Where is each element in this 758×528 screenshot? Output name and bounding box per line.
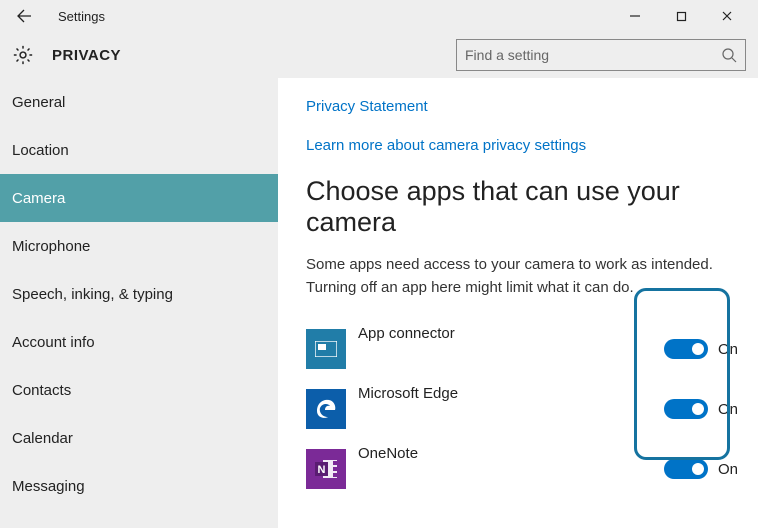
sidebar: General Location Camera Microphone Speec… xyxy=(0,78,278,528)
window-title: Settings xyxy=(58,9,105,24)
section-description: Some apps need access to your camera to … xyxy=(306,254,758,299)
section-heading: Choose apps that can use your camera xyxy=(306,176,758,238)
minimize-icon xyxy=(629,10,641,22)
privacy-statement-link[interactable]: Privacy Statement xyxy=(306,98,758,115)
sidebar-item-contacts[interactable]: Contacts xyxy=(0,366,278,414)
sidebar-item-location[interactable]: Location xyxy=(0,126,278,174)
sidebar-item-label: Microphone xyxy=(12,238,90,255)
title-bar: Settings xyxy=(0,0,758,32)
header-row: PRIVACY xyxy=(0,32,758,78)
toggle-microsoft-edge[interactable] xyxy=(664,399,708,419)
onenote-icon: N xyxy=(306,449,346,489)
edge-icon xyxy=(306,389,346,429)
learn-more-link[interactable]: Learn more about camera privacy settings xyxy=(306,137,758,154)
sidebar-item-general[interactable]: General xyxy=(0,78,278,126)
svg-text:N: N xyxy=(318,464,326,476)
sidebar-item-label: Account info xyxy=(12,334,95,351)
back-button[interactable] xyxy=(8,0,40,32)
app-name: App connector xyxy=(358,319,664,342)
maximize-icon xyxy=(676,11,687,22)
close-button[interactable] xyxy=(704,0,750,32)
toggle-onenote[interactable] xyxy=(664,459,708,479)
sidebar-item-label: Messaging xyxy=(12,478,85,495)
app-name: OneNote xyxy=(358,439,664,462)
minimize-button[interactable] xyxy=(612,0,658,32)
sidebar-item-label: Speech, inking, & typing xyxy=(12,286,173,303)
app-row-microsoft-edge: Microsoft Edge On xyxy=(306,379,758,439)
toggle-label: On xyxy=(718,341,738,358)
sidebar-item-label: Camera xyxy=(12,190,65,207)
sidebar-item-label: General xyxy=(12,94,65,111)
sidebar-item-account-info[interactable]: Account info xyxy=(0,318,278,366)
maximize-button[interactable] xyxy=(658,0,704,32)
toggle-app-connector[interactable] xyxy=(664,339,708,359)
sidebar-item-calendar[interactable]: Calendar xyxy=(0,414,278,462)
search-box[interactable] xyxy=(456,39,746,71)
toggle-label: On xyxy=(718,401,738,418)
sidebar-item-camera[interactable]: Camera xyxy=(0,174,278,222)
app-connector-icon xyxy=(306,329,346,369)
toggle-label: On xyxy=(718,461,738,478)
arrow-left-icon xyxy=(16,8,32,24)
gear-icon xyxy=(12,44,34,66)
sidebar-item-label: Location xyxy=(12,142,69,159)
search-icon xyxy=(721,47,737,63)
search-input[interactable] xyxy=(465,47,721,63)
sidebar-item-microphone[interactable]: Microphone xyxy=(0,222,278,270)
app-row-app-connector: App connector On xyxy=(306,319,758,379)
sidebar-item-label: Calendar xyxy=(12,430,73,447)
app-row-onenote: N OneNote On xyxy=(306,439,758,499)
close-icon xyxy=(721,10,733,22)
sidebar-item-label: Contacts xyxy=(12,382,71,399)
page-title: PRIVACY xyxy=(52,47,121,64)
app-name: Microsoft Edge xyxy=(358,379,664,402)
main-content: Privacy Statement Learn more about camer… xyxy=(278,78,758,528)
sidebar-item-messaging[interactable]: Messaging xyxy=(0,462,278,510)
sidebar-item-speech-inking-typing[interactable]: Speech, inking, & typing xyxy=(0,270,278,318)
